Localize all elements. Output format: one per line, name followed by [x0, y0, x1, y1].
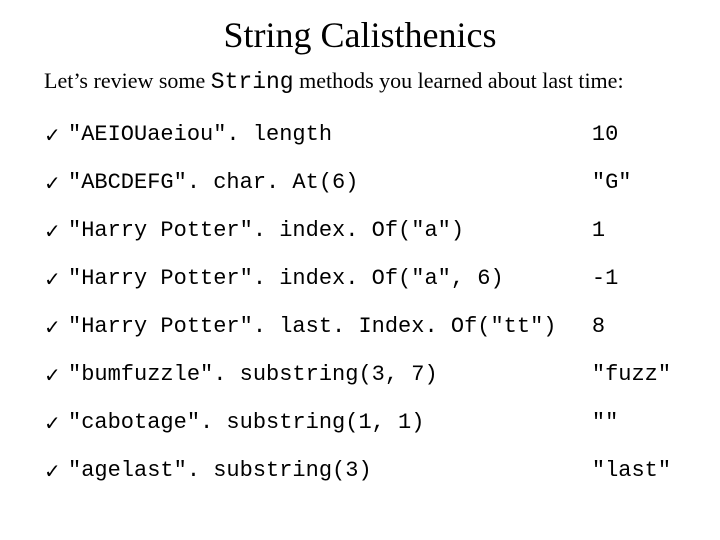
checkmark-icon: ✓ [44, 111, 68, 159]
result: "G" [584, 159, 676, 207]
expression: "agelast". substring(3) [68, 447, 584, 495]
slide: String Calisthenics Let’s review some St… [0, 0, 720, 540]
checkmark-icon: ✓ [44, 303, 68, 351]
result: -1 [584, 255, 676, 303]
list-item: ✓ "Harry Potter". index. Of("a") 1 [44, 207, 676, 255]
intro-line: Let’s review some String methods you lea… [44, 68, 676, 95]
expression: "Harry Potter". last. Index. Of("tt") [68, 303, 584, 351]
checkmark-icon: ✓ [44, 447, 68, 495]
list-item: ✓ "Harry Potter". index. Of("a", 6) -1 [44, 255, 676, 303]
result: "fuzz" [584, 351, 676, 399]
result: "" [584, 399, 676, 447]
intro-suffix: methods you learned about last time: [294, 68, 624, 93]
list-item: ✓ "cabotage". substring(1, 1) "" [44, 399, 676, 447]
list-item: ✓ "agelast". substring(3) "last" [44, 447, 676, 495]
expression: "AEIOUaeiou". length [68, 111, 584, 159]
list-item: ✓ "ABCDEFG". char. At(6) "G" [44, 159, 676, 207]
list-item: ✓ "Harry Potter". last. Index. Of("tt") … [44, 303, 676, 351]
checkmark-icon: ✓ [44, 255, 68, 303]
result: "last" [584, 447, 676, 495]
checkmark-icon: ✓ [44, 351, 68, 399]
items-list: ✓ "AEIOUaeiou". length 10 ✓ "ABCDEFG". c… [44, 111, 676, 495]
expression: "bumfuzzle". substring(3, 7) [68, 351, 584, 399]
slide-title: String Calisthenics [44, 14, 676, 56]
expression: "Harry Potter". index. Of("a") [68, 207, 584, 255]
expression: "Harry Potter". index. Of("a", 6) [68, 255, 584, 303]
list-item: ✓ "bumfuzzle". substring(3, 7) "fuzz" [44, 351, 676, 399]
list-item: ✓ "AEIOUaeiou". length 10 [44, 111, 676, 159]
intro-code: String [211, 69, 294, 95]
intro-prefix: Let’s review some [44, 68, 211, 93]
result: 8 [584, 303, 676, 351]
result: 10 [584, 111, 676, 159]
expression: "cabotage". substring(1, 1) [68, 399, 584, 447]
checkmark-icon: ✓ [44, 207, 68, 255]
result: 1 [584, 207, 676, 255]
expression: "ABCDEFG". char. At(6) [68, 159, 584, 207]
checkmark-icon: ✓ [44, 159, 68, 207]
checkmark-icon: ✓ [44, 399, 68, 447]
